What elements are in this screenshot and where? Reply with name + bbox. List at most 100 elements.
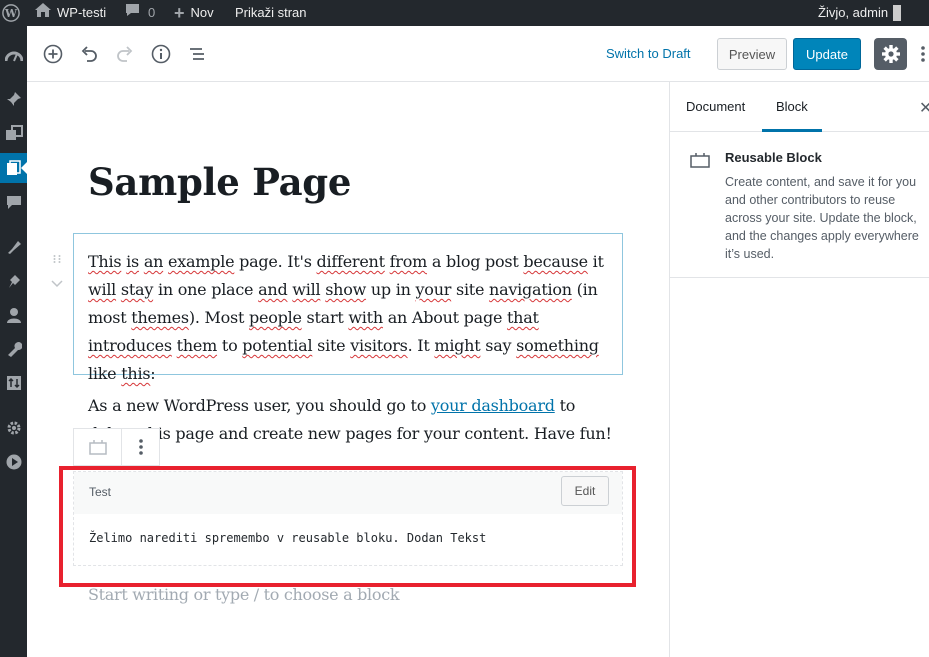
spellcheck-word: visitors	[350, 336, 408, 355]
home-icon	[35, 1, 51, 25]
paragraph-text: start	[301, 308, 349, 327]
info-icon[interactable]	[147, 40, 175, 68]
spellcheck-word: them	[176, 336, 218, 355]
default-block-appender[interactable]: Start writing or type / to choose a bloc…	[88, 585, 400, 604]
paragraph-text: As a new WordPress user, you should go t…	[88, 396, 431, 415]
paragraph-text: page. It's	[234, 252, 317, 271]
block-mover[interactable]	[51, 254, 63, 292]
block-card-description: Create content, and save it for you and …	[725, 175, 919, 261]
account-label: Živjo, admin	[818, 5, 889, 20]
view-page-label: Prikaži stran	[235, 5, 307, 20]
reusable-block-icon[interactable]	[74, 429, 122, 465]
appearance-icon[interactable]	[0, 232, 27, 262]
spellcheck-word: something	[516, 336, 599, 355]
paragraph-text: it	[587, 252, 604, 271]
paragraph-text: in one place	[153, 280, 259, 299]
block-navigation-icon[interactable]	[183, 40, 211, 68]
dashboard-icon[interactable]	[0, 40, 27, 70]
editor-content: Sample Page This is an example page. It'…	[27, 82, 669, 657]
paragraph-block[interactable]: This is an example page. It's different …	[88, 248, 610, 388]
chevron-down-icon[interactable]	[51, 278, 63, 292]
spellcheck-word: navigation	[489, 280, 572, 299]
import-export-icon[interactable]	[0, 368, 27, 398]
switch-to-draft-button[interactable]: Switch to Draft	[606, 46, 691, 61]
sidebar-tabs: Document Block ✕	[670, 82, 929, 132]
tools-icon[interactable]	[0, 334, 27, 364]
users-icon[interactable]	[0, 300, 27, 330]
reusable-block-icon	[690, 152, 710, 173]
spellcheck-word: because	[523, 252, 588, 271]
spellcheck-word: might	[434, 336, 481, 355]
avatar	[893, 5, 902, 21]
paragraph-text: like	[88, 364, 122, 383]
view-page-link[interactable]: Prikaži stran	[235, 0, 307, 26]
site-name-link[interactable]: WP-testi	[35, 0, 106, 26]
redo-icon[interactable]	[111, 40, 139, 68]
undo-icon[interactable]	[75, 40, 103, 68]
more-menu-icon[interactable]	[917, 40, 929, 68]
spellcheck-word: this	[121, 364, 151, 383]
paragraph-block[interactable]: As a new WordPress user, you should go t…	[88, 392, 628, 448]
post-title[interactable]: Sample Page	[88, 160, 351, 204]
plus-icon: +	[174, 3, 185, 23]
new-label: Nov	[190, 5, 214, 20]
tab-document[interactable]: Document	[686, 82, 745, 132]
spellcheck-word: example	[168, 252, 235, 271]
spellcheck-word: is	[126, 252, 139, 271]
settings-sidebar: Document Block ✕ Reusable Block Create c…	[669, 82, 929, 657]
plugins-icon[interactable]	[0, 266, 27, 296]
spellcheck-word: with	[348, 308, 383, 327]
paragraph-text: a blog post	[427, 252, 524, 271]
paragraph-text: up in	[366, 280, 416, 299]
paragraph-text: to	[217, 336, 243, 355]
tab-block[interactable]: Block	[762, 82, 822, 132]
comment-icon	[125, 1, 140, 25]
spellcheck-word: people	[249, 308, 302, 327]
paragraph-text: ). Most	[188, 308, 249, 327]
paragraph-text: . It	[407, 336, 435, 355]
admin-bar: W WP-testi 0 + Nov Prikaži stran Živjo, …	[0, 0, 929, 26]
spellcheck-word: potential	[242, 336, 313, 355]
close-icon[interactable]: ✕	[919, 98, 929, 118]
spellcheck-word: an	[143, 252, 164, 271]
paragraph-text: an About page	[382, 308, 507, 327]
admin-menu	[0, 26, 27, 657]
play-icon[interactable]	[0, 447, 27, 477]
comments-link[interactable]: 0	[125, 0, 155, 26]
drag-handle-icon[interactable]	[51, 254, 63, 268]
more-options-icon[interactable]	[122, 429, 159, 465]
block-card-title: Reusable Block	[725, 150, 822, 165]
paragraph-text: say	[480, 336, 517, 355]
add-block-icon[interactable]	[39, 40, 67, 68]
dashboard-link[interactable]: your dashboard	[431, 396, 555, 415]
spellcheck-word: different	[316, 252, 386, 271]
spellcheck-word: that	[507, 308, 539, 327]
spellcheck-word: show	[325, 280, 367, 299]
pages-icon[interactable]	[0, 153, 27, 183]
preview-button[interactable]: Preview	[717, 38, 787, 70]
block-toolbar	[73, 428, 160, 466]
highlight-annotation	[59, 466, 636, 587]
comments-menu-icon[interactable]	[0, 187, 27, 217]
wordpress-logo-icon[interactable]: W	[0, 0, 22, 26]
media-icon[interactable]	[0, 118, 27, 148]
spellcheck-word: will	[292, 280, 321, 299]
spellcheck-word: introduces	[88, 336, 172, 355]
update-button[interactable]: Update	[793, 38, 861, 70]
new-content-link[interactable]: + Nov	[174, 0, 214, 26]
spellcheck-word: This	[88, 252, 122, 271]
spellcheck-word: stay	[120, 280, 154, 299]
spellcheck-word: themes	[131, 308, 189, 327]
spellcheck-word: your	[415, 280, 452, 299]
site-name: WP-testi	[57, 5, 107, 20]
paragraph-text: site	[312, 336, 351, 355]
paragraph-text: site	[451, 280, 490, 299]
spellcheck-word: will	[88, 280, 117, 299]
paragraph-text: :	[150, 364, 156, 383]
account-menu[interactable]: Živjo, admin	[818, 0, 902, 26]
pin-icon[interactable]	[0, 84, 27, 114]
editor-header: Switch to Draft Preview Update	[27, 26, 929, 82]
settings-menu-icon[interactable]	[0, 413, 27, 443]
settings-toggle-button[interactable]	[874, 38, 907, 70]
svg-text:W: W	[4, 7, 18, 20]
